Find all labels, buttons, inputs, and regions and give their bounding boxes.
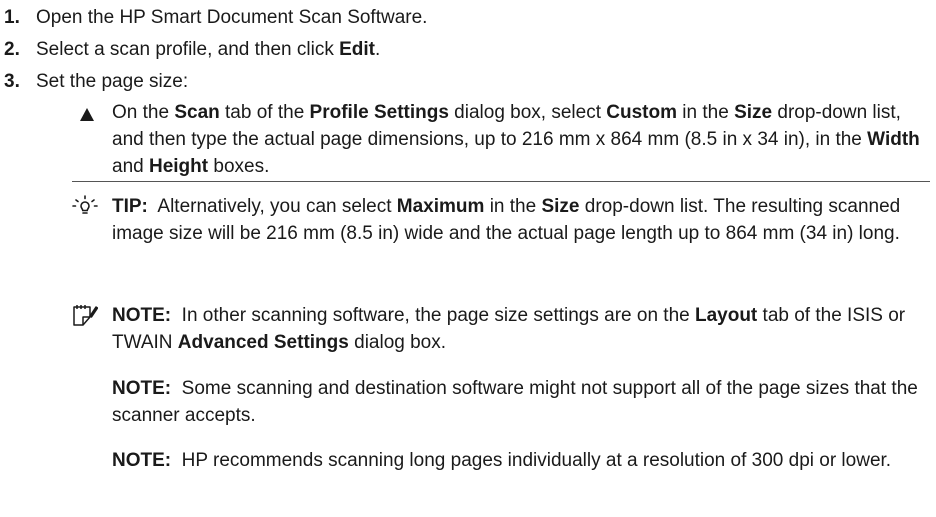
step-number: 2.: [4, 39, 20, 60]
lightbulb-icon: [72, 195, 98, 214]
bullet-item: On the Scan tab of the Profile Settings …: [112, 102, 920, 177]
note-label: NOTE:: [112, 378, 172, 399]
triangle-bullet-icon: [80, 108, 94, 121]
step-number: 3.: [4, 71, 20, 92]
tip-label: TIP:: [112, 196, 148, 217]
note-label: NOTE:: [112, 450, 172, 471]
step-number: 1.: [4, 7, 20, 28]
tip-callout: TIP: Alternatively, you can select Maxim…: [72, 193, 930, 277]
note-text: NOTE: In other scanning software, the pa…: [112, 305, 906, 353]
note-paragraph: NOTE: HP recommends scanning long pages …: [112, 450, 892, 471]
step-text: Open the HP Smart Document Scan Software…: [36, 7, 428, 28]
note-paragraph: NOTE: Some scanning and destination soft…: [112, 378, 924, 426]
ui-term: Edit: [339, 39, 375, 60]
step-text: Set the page size:: [36, 71, 189, 92]
tip-text: TIP: Alternatively, you can select Maxim…: [112, 196, 901, 244]
note-label: NOTE:: [112, 305, 172, 326]
step-text: Select a scan profile, and then click Ed…: [36, 39, 381, 60]
note-icon: [73, 305, 98, 326]
note-callout: NOTE: In other scanning software, the pa…: [72, 302, 930, 358]
divider: [72, 181, 930, 182]
